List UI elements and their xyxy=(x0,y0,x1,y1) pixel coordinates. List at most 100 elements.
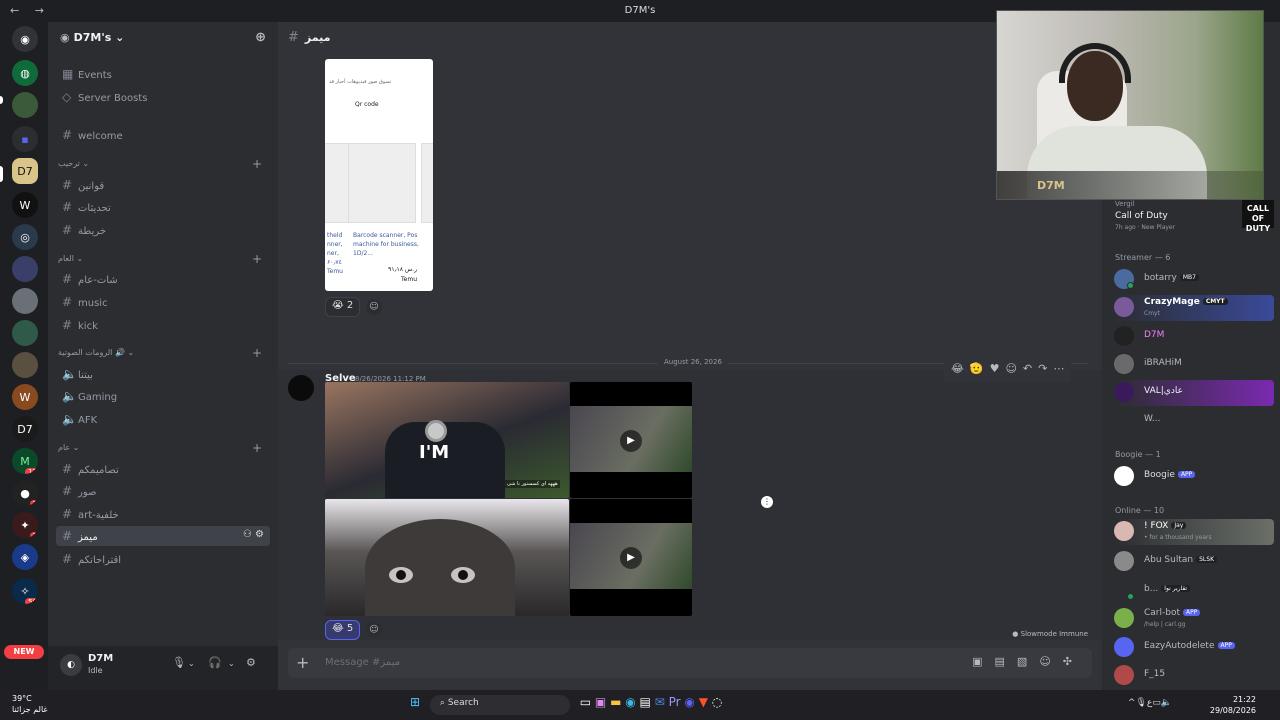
server-icon[interactable] xyxy=(12,92,38,118)
server-icon[interactable]: D7 xyxy=(12,416,38,442)
message-hovered[interactable]: Selve 8/26/2026 11:12 PM 😂 🫡 ♥ ☺ ↶ ↷ ⋯ I'M ههه… xyxy=(278,360,1102,640)
channel-item[interactable]: # تصاميمكم xyxy=(56,459,270,479)
gift-icon[interactable]: ▣ xyxy=(972,655,994,668)
microphone-icon[interactable]: 🎙 xyxy=(1135,698,1146,708)
server-icon[interactable] xyxy=(12,256,38,282)
gif-icon[interactable]: ▤ xyxy=(995,655,1017,668)
channel-item[interactable]: # اقتراحاتكم xyxy=(56,549,270,569)
headphones-icon[interactable]: 🎧 xyxy=(208,656,222,669)
attachment-image[interactable] xyxy=(325,499,569,616)
member-item[interactable]: botarry MB7 xyxy=(1114,267,1274,293)
channel-settings-icon[interactable]: ⚇ ⚙ xyxy=(243,529,264,540)
voice-channel-gaming[interactable]: 🔈Gaming xyxy=(56,386,270,406)
server-icon[interactable]: W xyxy=(12,192,38,218)
more-icon[interactable]: ⋯ xyxy=(1053,362,1064,375)
discord-icon[interactable]: ◉ xyxy=(684,695,694,709)
server-icon[interactable]: W xyxy=(12,384,38,410)
member-item[interactable]: W... xyxy=(1114,408,1274,434)
server-header[interactable]: ◉ D7M's ⌄ ⊕ xyxy=(48,22,278,54)
server-boosts-item[interactable]: ◇ Server Boosts xyxy=(56,87,270,107)
add-channel-icon[interactable]: + xyxy=(252,157,262,171)
add-reaction-icon[interactable]: ☺ xyxy=(1005,362,1016,375)
channel-item[interactable]: # قوانين xyxy=(56,175,270,195)
play-icon[interactable]: ▶ xyxy=(620,547,642,569)
chevron-down-icon[interactable]: ⌄ xyxy=(188,659,195,668)
start-icon[interactable]: ⊞ xyxy=(410,695,420,709)
add-channel-icon[interactable]: + xyxy=(252,346,262,360)
upload-plus-icon[interactable]: + xyxy=(296,653,309,672)
sticker-icon[interactable]: ▧ xyxy=(1017,655,1039,668)
attachment-video[interactable]: ▶ xyxy=(570,382,692,498)
member-item[interactable]: b... تقارير نوا xyxy=(1114,578,1274,604)
member-item[interactable]: VAL|عادي xyxy=(1114,380,1274,406)
invite-people-icon[interactable]: ⊕ xyxy=(255,30,266,45)
attachment-image[interactable]: تسوق صور فيديوهات أخبار قد Qr code theld… xyxy=(325,59,433,291)
reaction-face-icon[interactable]: 🫡 xyxy=(970,362,984,375)
channel-item[interactable]: # شات-عام xyxy=(56,269,270,289)
server-icon[interactable]: ◍ xyxy=(12,60,38,86)
server-icon[interactable]: ✦ 1 xyxy=(12,512,38,538)
play-icon[interactable]: ▶ xyxy=(620,430,642,452)
weather-widget[interactable]: 39°C غالم جزائنا xyxy=(12,693,48,715)
category-header[interactable]: الرومات الصوتية 🔊 ⌄ + xyxy=(58,346,268,360)
events-item[interactable]: ▦ Events xyxy=(56,64,270,84)
folder-icon[interactable]: ▬ xyxy=(610,695,621,709)
member-item[interactable]: EazyAutodelete APP xyxy=(1114,635,1274,661)
server-icon[interactable] xyxy=(12,320,38,346)
server-icon[interactable]: ◎ xyxy=(12,224,38,250)
reaction-laugh-icon[interactable]: 😂 xyxy=(951,362,964,375)
channel-memes-active[interactable]: # ميمز ⚇ ⚙ xyxy=(56,526,270,546)
emoji-icon[interactable]: ☺ xyxy=(1039,655,1062,668)
brave-icon[interactable]: ▼ xyxy=(699,695,708,709)
volume-icon[interactable]: 🔈 xyxy=(1161,698,1172,708)
task-view-icon[interactable]: ▭ xyxy=(580,695,591,709)
mail-icon[interactable]: ✉ xyxy=(655,695,665,709)
clock[interactable]: 21:22 29/08/2026 xyxy=(1210,694,1256,716)
add-channel-icon[interactable]: + xyxy=(252,441,262,455)
channel-item[interactable]: # تحديثات xyxy=(56,197,270,217)
member-item[interactable]: F_15 xyxy=(1114,663,1274,689)
premiere-icon[interactable]: Pr xyxy=(669,695,681,709)
app-icon[interactable]: ▣ xyxy=(595,695,606,709)
app-icon[interactable]: ◌ xyxy=(712,695,722,709)
new-badge[interactable]: NEW xyxy=(4,645,44,659)
member-item[interactable]: iBRAHiM xyxy=(1114,352,1274,378)
search-box[interactable]: ⌕ Search xyxy=(429,695,570,715)
channel-item[interactable]: # خريطة xyxy=(56,220,270,240)
channel-item[interactable]: # صور xyxy=(56,481,270,501)
voice-channel[interactable]: 🔈بيتنا xyxy=(56,364,270,384)
gear-icon[interactable]: ⚙ xyxy=(246,656,256,669)
member-item[interactable]: CrazyMage CMYT Cmyt xyxy=(1114,295,1274,321)
voice-channel-afk[interactable]: 🔈AFK xyxy=(56,409,270,429)
attachment-video[interactable]: ▶ xyxy=(570,499,692,616)
avatar[interactable] xyxy=(288,375,314,401)
server-icon[interactable] xyxy=(12,352,38,378)
system-tray[interactable]: ^🎙ع▭🔈 xyxy=(1128,698,1172,708)
server-icon[interactable]: ✧ 56 xyxy=(12,578,38,604)
avatar[interactable]: ◐ xyxy=(60,654,82,676)
server-icon[interactable]: ● 3 xyxy=(12,480,38,506)
member-item[interactable]: Carl-bot APP/help | carl.gg xyxy=(1114,606,1274,632)
category-header[interactable]: العام ⌄ + xyxy=(58,252,268,266)
microphone-icon[interactable]: 🎙 xyxy=(172,656,186,669)
server-icon[interactable]: M 11 xyxy=(12,448,38,474)
activity-card[interactable]: Vergil Call of Duty 7h ago · New Player … xyxy=(1102,197,1280,237)
network-icon[interactable]: ▭ xyxy=(1152,698,1161,708)
edge-icon[interactable]: ◉ xyxy=(625,695,635,709)
message-input[interactable]: Message #ميمز xyxy=(325,657,400,668)
category-header[interactable]: عام ⌄ + xyxy=(58,441,268,455)
reaction-crying[interactable]: 😭 2 xyxy=(325,297,361,317)
category-header[interactable]: ترحيب ⌄ + xyxy=(58,157,268,171)
server-icon[interactable] xyxy=(12,288,38,314)
member-item[interactable]: D7M xyxy=(1114,324,1274,350)
chevron-down-icon[interactable]: ⌄ xyxy=(228,659,235,668)
member-item[interactable]: ! FOX Jay • for a thousand years xyxy=(1114,519,1274,545)
store-icon[interactable]: ▤ xyxy=(640,695,651,709)
server-icon-d7m[interactable]: D7 xyxy=(12,158,38,184)
server-icon[interactable]: ◈ xyxy=(12,544,38,570)
message-list[interactable]: تسوق صور فيديوهات أخبار قد Qr code theld… xyxy=(278,54,1102,652)
message-composer[interactable]: + Message #ميمز ▣▤▧☺✣ xyxy=(288,648,1092,678)
folder-icon[interactable]: ▪ xyxy=(12,126,38,152)
add-reaction-icon[interactable]: ☺ xyxy=(366,299,382,315)
discord-home-icon[interactable]: ◉ xyxy=(12,26,38,52)
